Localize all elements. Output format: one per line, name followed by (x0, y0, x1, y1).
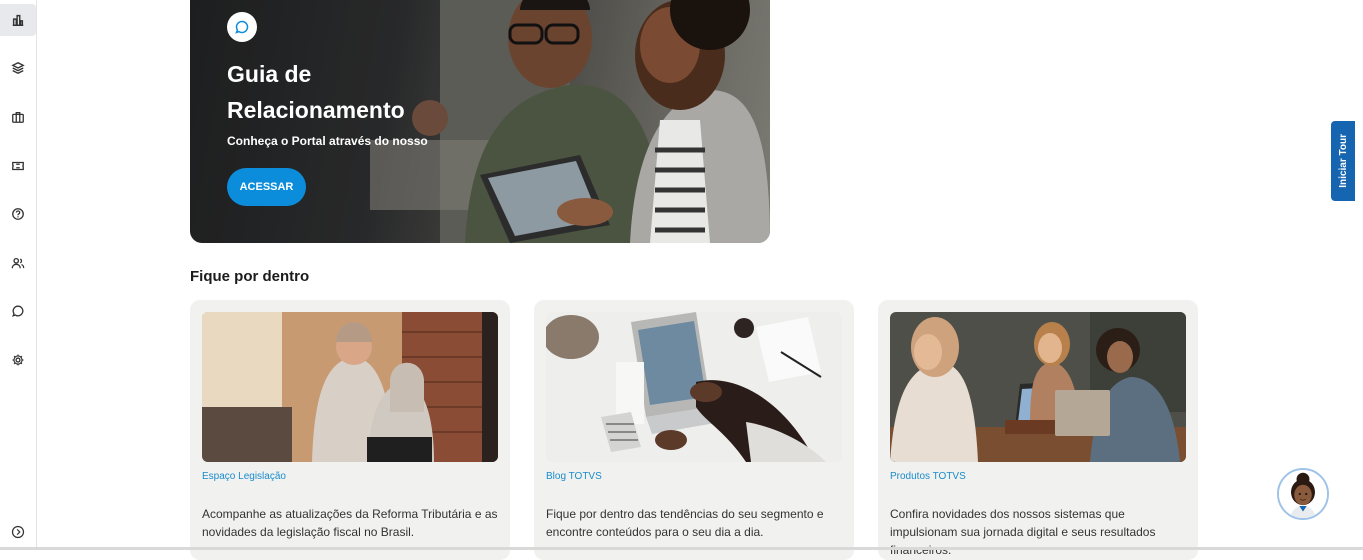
news-card-blog[interactable]: Blog TOTVS Fique por dentro das tendênci… (534, 300, 854, 560)
dashboard-icon (12, 14, 24, 26)
card-description: Acompanhe as atualizações da Reforma Tri… (202, 507, 498, 539)
card-image (890, 312, 1186, 462)
card-description: Fique por dentro das tendências do seu s… (546, 507, 824, 539)
card-image (546, 312, 842, 462)
section-title: Fique por dentro (190, 268, 310, 285)
sidebar-item-chat[interactable] (0, 295, 36, 327)
card-tag[interactable]: Produtos TOTVS (890, 471, 966, 482)
settings-icon (12, 354, 24, 366)
news-card-legislacao[interactable]: Espaço Legislação Acompanhe as atualizaç… (190, 300, 510, 560)
card-description: Confira novidades dos nossos sistemas qu… (890, 507, 1156, 557)
hero-content: Guia de Relacionamento Conheça o Portal … (227, 12, 467, 206)
sidebar-item-help[interactable] (0, 198, 36, 230)
hero-banner: Guia de Relacionamento Conheça o Portal … (190, 0, 770, 243)
sidebar-expand-button[interactable] (0, 516, 36, 548)
ticket-icon (12, 161, 24, 171)
assistant-avatar-button[interactable] (1277, 468, 1329, 520)
chat-icon (12, 305, 24, 317)
news-card-produtos[interactable]: Produtos TOTVS Confira novidades dos nos… (878, 300, 1198, 560)
sidebar-item-settings[interactable] (0, 344, 36, 376)
hero-title: Guia de Relacionamento (227, 61, 405, 123)
start-tour-button[interactable]: Iniciar Tour (1331, 121, 1355, 201)
users-icon (11, 257, 25, 269)
sidebar-item-dashboard[interactable] (0, 4, 36, 36)
sidebar (0, 0, 37, 550)
layers-icon (11, 62, 25, 74)
assistant-avatar-icon (1279, 470, 1327, 518)
access-button[interactable]: ACESSAR (227, 168, 306, 206)
help-icon (12, 208, 24, 220)
card-tag[interactable]: Espaço Legislação (202, 471, 286, 482)
sidebar-item-ticket[interactable] (0, 150, 36, 182)
chat-bubble-icon (227, 12, 257, 42)
sidebar-item-briefcase[interactable] (0, 101, 36, 133)
briefcase-icon (12, 111, 24, 123)
chevron-right-circle-icon (11, 525, 25, 539)
sidebar-item-users[interactable] (0, 247, 36, 279)
sidebar-item-layers[interactable] (0, 52, 36, 84)
hero-subtitle: Conheça o Portal através do nosso (227, 134, 428, 148)
card-image (202, 312, 498, 462)
card-tag[interactable]: Blog TOTVS (546, 471, 602, 482)
start-tour-label: Iniciar Tour (1337, 134, 1349, 188)
